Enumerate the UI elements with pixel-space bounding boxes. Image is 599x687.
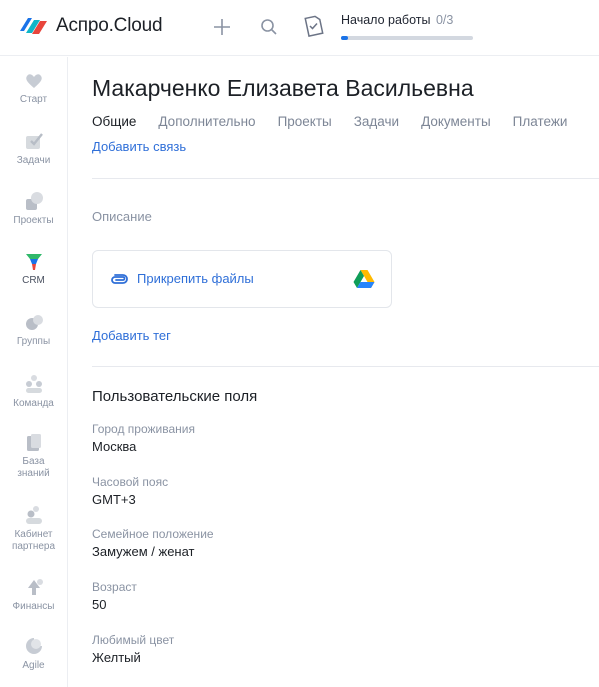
tab-5[interactable]: Документы	[421, 114, 491, 129]
tab-4[interactable]: Задачи	[354, 114, 399, 129]
description-label: Описание	[92, 209, 152, 224]
custom-field[interactable]: Город проживания Москва	[92, 422, 195, 455]
onboarding-title: Начало работы 0/3	[341, 13, 475, 27]
checklist-icon	[25, 133, 43, 149]
tab-bar: Общие Дополнительно Проекты Задачи Документы…	[92, 114, 589, 129]
custom-field[interactable]: Любимый цвет Желтый	[92, 633, 174, 666]
divider	[92, 178, 599, 179]
main-content: Макарченко Елизавета Васильевна Общие Доп…	[68, 57, 599, 687]
onboarding-button[interactable]	[300, 13, 326, 39]
onboarding-progress-fill	[341, 36, 348, 40]
sidebar-item-7[interactable]: База знаний	[0, 431, 67, 480]
custom-field-label: Часовой пояс	[92, 475, 169, 489]
custom-field-label: Семейное положение	[92, 527, 214, 541]
tab-1[interactable]: Общие	[92, 114, 136, 129]
custom-field[interactable]: Возраст 50	[92, 580, 137, 613]
sidebar: Старт Задачи Проекты CRM Группы Команда База з…	[0, 57, 68, 687]
heart-icon	[25, 74, 42, 88]
attach-files-card: Прикрепить файлы	[92, 250, 392, 308]
page-title: Макарченко Елизавета Васильевна	[92, 75, 474, 101]
onboarding-progress-bar	[341, 36, 473, 40]
custom-field-label: Город проживания	[92, 422, 195, 436]
search-icon	[261, 19, 277, 35]
sidebar-item-label: CRM	[22, 275, 45, 286]
onboarding-progress[interactable]: Начало работы 0/3	[341, 13, 475, 43]
agile-icon	[25, 638, 42, 654]
add-link-button[interactable]: Добавить связь	[92, 139, 186, 154]
custom-field-value: Замужем / женат	[92, 544, 195, 559]
sidebar-item-label: Команда	[13, 398, 54, 409]
top-bar: Аспро.Cloud Начало работы 0/3	[0, 0, 599, 56]
sidebar-item-3[interactable]: Проекты	[0, 190, 67, 227]
custom-fields-title: Пользовательские поля	[92, 388, 258, 405]
sidebar-item-label: Задачи	[16, 155, 51, 166]
custom-field-label: Любимый цвет	[92, 633, 175, 647]
sidebar-item-6[interactable]: Команда	[0, 373, 67, 410]
custom-field-value: Москва	[92, 439, 137, 454]
sidebar-item-5[interactable]: Группы	[0, 311, 67, 348]
team-icon	[25, 375, 42, 393]
sidebar-item-10[interactable]: Agile	[0, 635, 67, 672]
tab-3[interactable]: Проекты	[278, 114, 332, 129]
attach-files-button[interactable]: Прикрепить файлы	[109, 271, 254, 286]
partner-icon	[25, 506, 42, 524]
sidebar-item-8[interactable]: Кабинет партнера	[0, 504, 67, 553]
knowledge-base-icon	[26, 434, 41, 451]
sidebar-item-label: Старт	[19, 94, 48, 105]
attach-files-label: Прикрепить файлы	[137, 271, 254, 286]
sidebar-item-label: Группы	[16, 336, 51, 347]
add-button[interactable]	[209, 14, 235, 40]
tab-2[interactable]: Дополнительно	[158, 114, 255, 129]
sidebar-item-label: Agile	[22, 660, 45, 671]
custom-field[interactable]: Часовой пояс GMT+3	[92, 475, 168, 508]
custom-field-value: Желтый	[92, 650, 141, 665]
finance-icon	[27, 579, 43, 595]
paperclip-icon	[111, 273, 128, 284]
logo-icon	[20, 18, 47, 34]
onboarding-icon	[304, 15, 324, 37]
sidebar-item-label: Проекты	[13, 215, 54, 226]
sidebar-item-9[interactable]: Финансы	[0, 576, 67, 613]
onboarding-title-text: Начало работы	[341, 13, 431, 27]
custom-field-value: GMT+3	[92, 492, 136, 507]
custom-field-value: 50	[92, 597, 107, 612]
google-drive-icon[interactable]	[353, 269, 375, 289]
sidebar-item-label: База знаний	[17, 456, 50, 479]
sidebar-item-label: Финансы	[12, 601, 55, 612]
tab-6[interactable]: Платежи	[513, 114, 568, 129]
groups-icon	[25, 315, 43, 330]
plus-icon	[214, 19, 230, 35]
divider	[92, 366, 599, 367]
add-tag-button[interactable]: Добавить тег	[92, 328, 171, 343]
onboarding-count: 0/3	[435, 13, 454, 27]
sidebar-item-4[interactable]: CRM	[0, 250, 67, 287]
crm-funnel-icon	[25, 254, 42, 270]
sidebar-item-1[interactable]: Старт	[0, 69, 67, 106]
app-logo[interactable]: Аспро.Cloud	[18, 15, 163, 37]
search-button[interactable]	[257, 15, 281, 39]
app-name: Аспро.Cloud	[56, 15, 163, 36]
sidebar-item-2[interactable]: Задачи	[0, 130, 67, 167]
projects-icon	[25, 192, 43, 210]
sidebar-item-label: Кабинет партнера	[11, 529, 56, 552]
custom-field-label: Возраст	[92, 580, 137, 594]
custom-field[interactable]: Семейное положение Замужем / женат	[92, 527, 214, 560]
